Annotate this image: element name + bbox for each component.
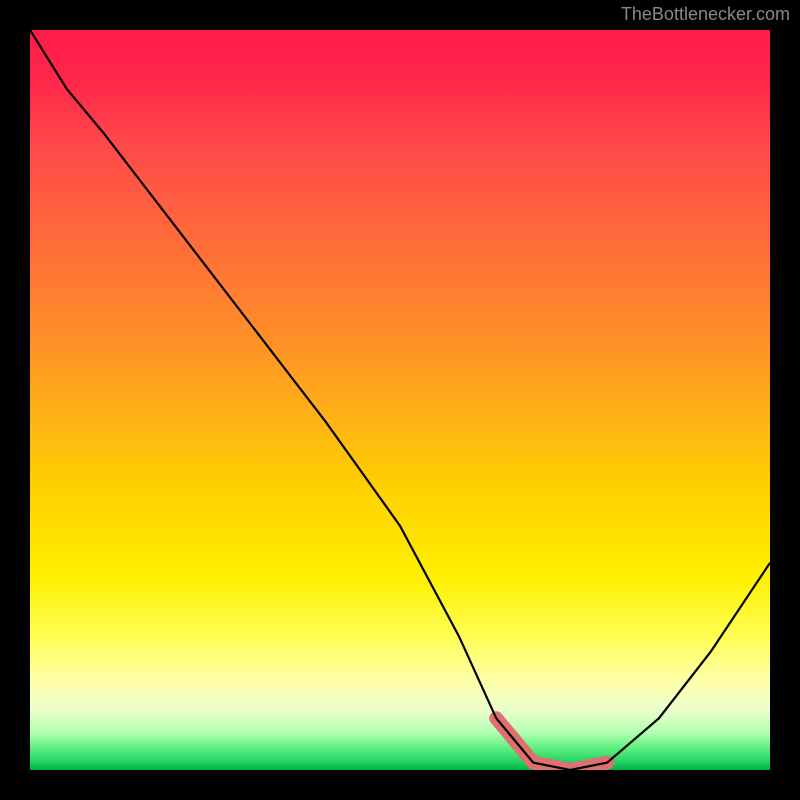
curve-overlay <box>30 30 770 770</box>
plot-area <box>30 30 770 770</box>
bottleneck-curve-line <box>30 30 770 770</box>
attribution-text: TheBottlenecker.com <box>621 4 790 25</box>
